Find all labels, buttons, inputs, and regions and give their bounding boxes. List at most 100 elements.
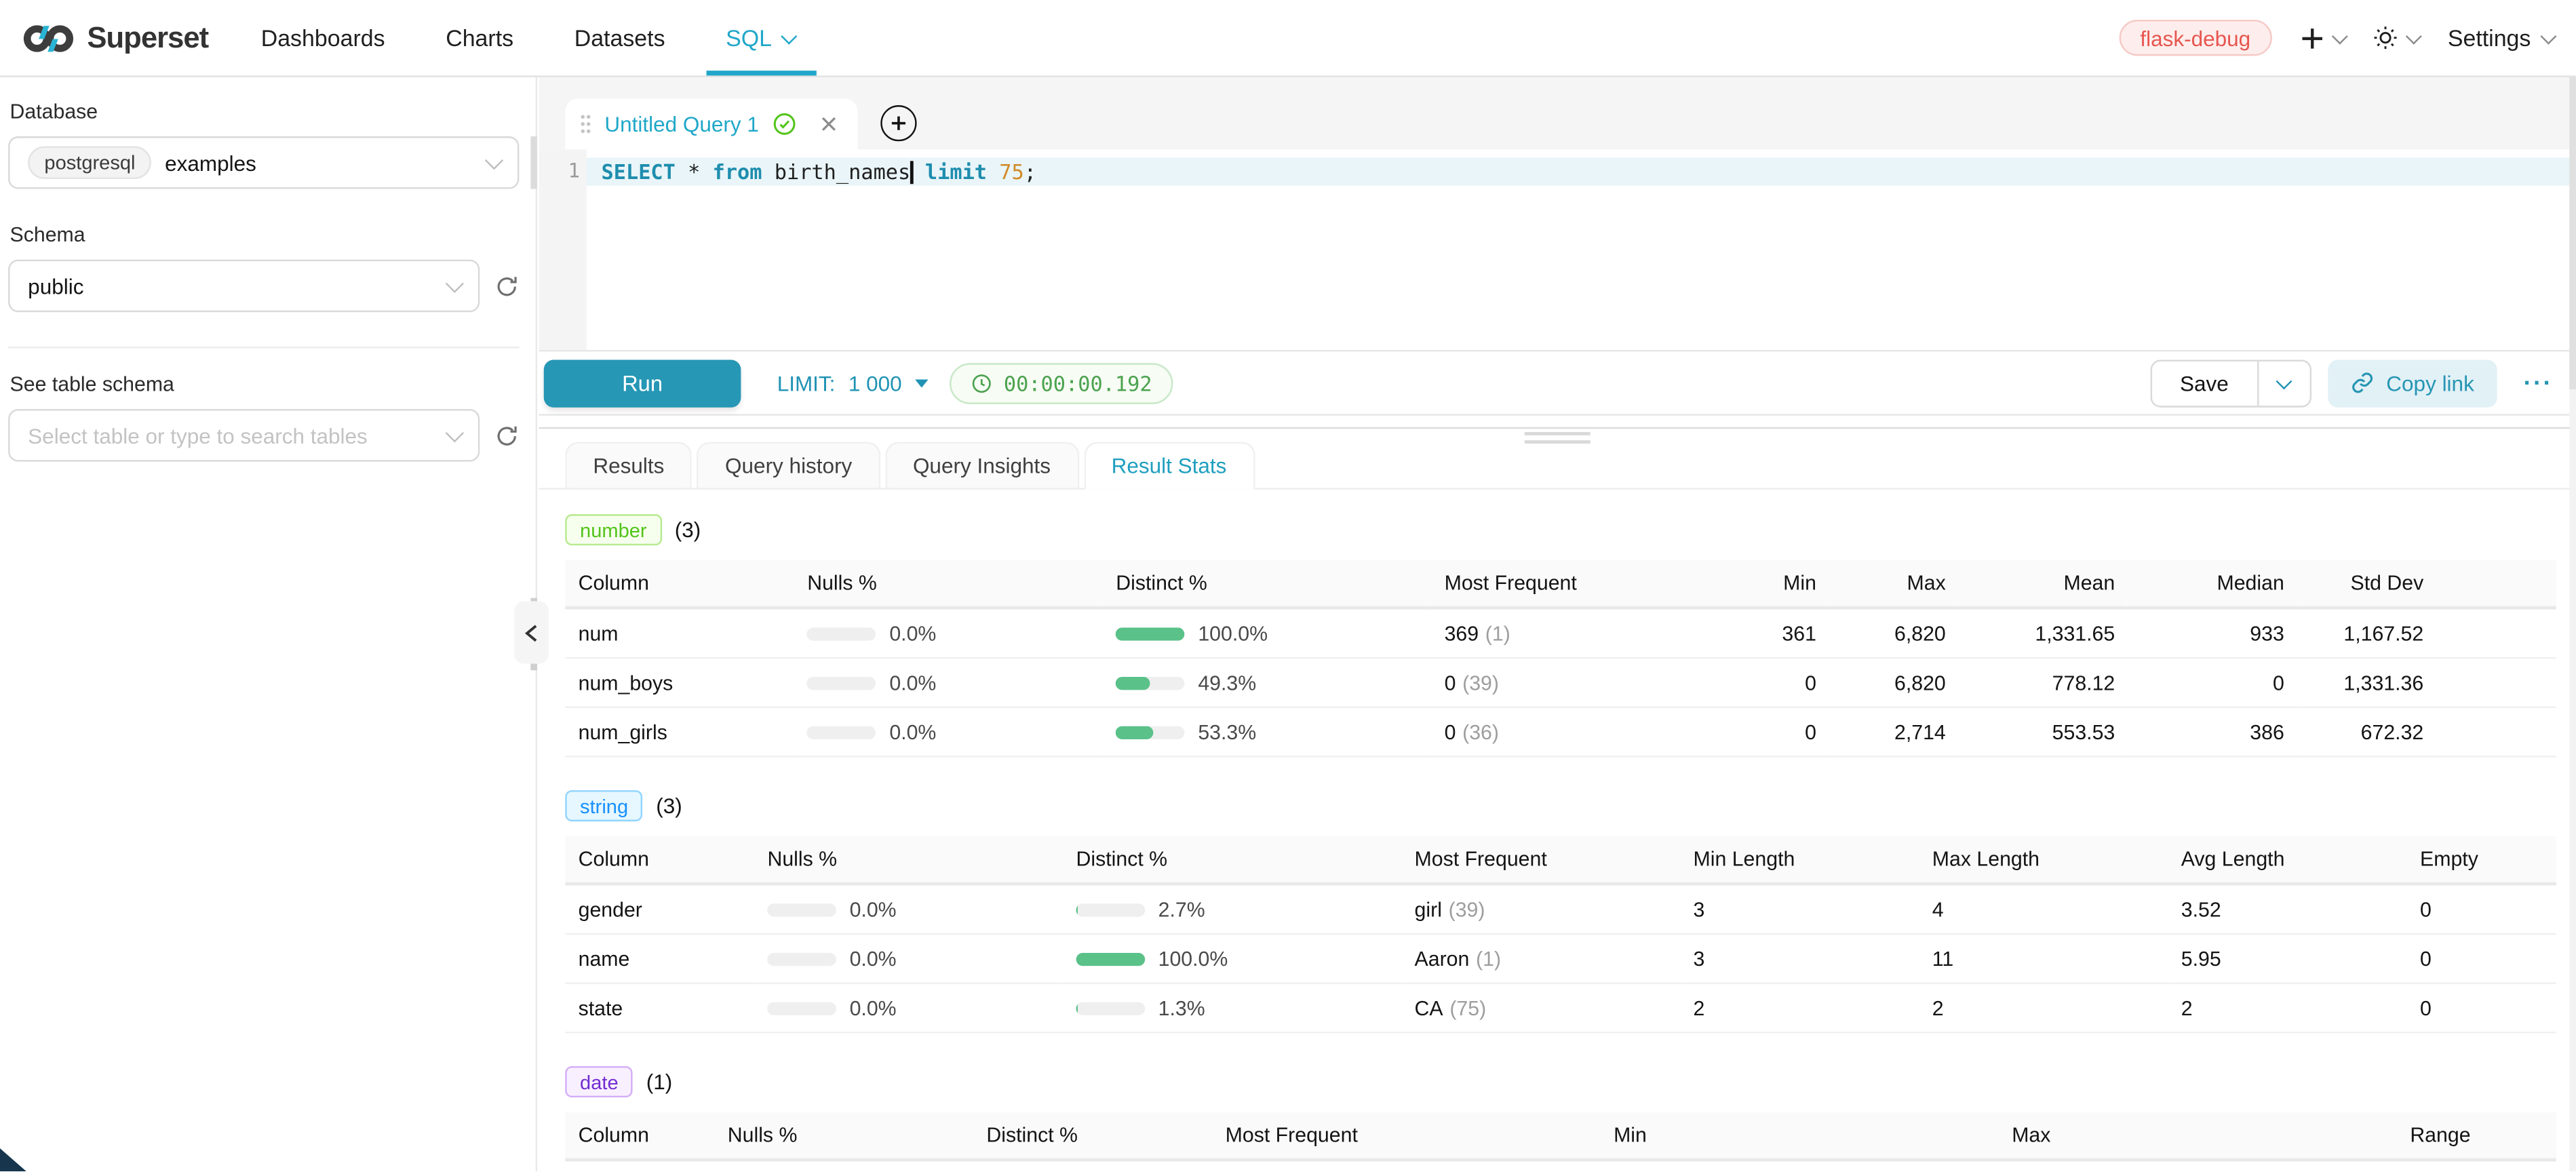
column-header: Nulls % [754, 836, 1063, 884]
tab-query-history[interactable]: Query history [697, 442, 880, 488]
value-cell: 1,331.65 [1959, 608, 2128, 658]
settings-menu[interactable]: Settings [2448, 24, 2553, 51]
value-cell [2437, 707, 2556, 757]
column-header: Distinct % [973, 1112, 1212, 1160]
value-cell: 0 [1710, 658, 1829, 707]
table-select[interactable]: Select table or type to search tables [8, 409, 480, 462]
value-cell: num [565, 608, 794, 658]
drag-handle-icon[interactable] [580, 113, 591, 134]
value-cell: 0 [2128, 658, 2298, 707]
query-tab[interactable]: Untitled Query 1 [565, 98, 857, 149]
clock-icon [971, 372, 992, 393]
sidebar-scrollbar-thumb[interactable] [530, 136, 537, 189]
column-header: Min Length [1680, 836, 1919, 884]
stats-section-number: number(3)ColumnNulls %Distinct %Most Fre… [565, 514, 2556, 757]
value-cell: same day [2397, 1160, 2556, 1172]
sql-code-line: SELECT * from birth_names limit 75; [602, 158, 1037, 186]
query-success-check-icon [772, 112, 796, 136]
tab-results[interactable]: Results [565, 442, 692, 488]
stats-row: state0.0%1.3%CA(75)2220 [565, 983, 2556, 1033]
value-cell: 672.32 [2297, 707, 2436, 757]
column-header: Min [1710, 560, 1829, 608]
nav-item-charts[interactable]: Charts [446, 0, 513, 75]
query-tab-title: Untitled Query 1 [604, 112, 759, 136]
column-count: (1) [646, 1070, 672, 1094]
value-cell: 1,167.52 [2297, 608, 2436, 658]
add-query-tab-button[interactable] [880, 105, 916, 141]
stats-row: gender0.0%2.7%girl(39)343.520 [565, 884, 2556, 934]
percent-cell: 0.0% [794, 658, 1103, 707]
sql-token: limit [925, 159, 987, 184]
database-label: Database [10, 100, 520, 123]
value-cell: 361 [1710, 608, 1829, 658]
refresh-tables-button[interactable] [494, 423, 519, 448]
nav-item-datasets[interactable]: Datasets [574, 0, 665, 75]
sql-code-editor[interactable]: 1 SELECT * from birth_names limit 75; [539, 149, 2576, 350]
percent-cell: 0.0% [754, 884, 1063, 934]
percent-cell: 1.3% [1063, 983, 1401, 1033]
limit-value: 1 000 [848, 370, 902, 395]
value-cell: gender [565, 884, 754, 934]
limit-label: LIMIT: [777, 370, 836, 395]
value-cell: 3 [1680, 884, 1919, 934]
value-cell [2437, 608, 2556, 658]
refresh-schemas-button[interactable] [494, 273, 519, 298]
percent-bar [807, 725, 876, 738]
value-cell: ds [565, 1160, 714, 1172]
percent-bar [1076, 1001, 1145, 1014]
stats-table: ColumnNulls %Distinct %Most FrequentMinM… [565, 560, 2556, 758]
value-cell: 933 [2128, 608, 2298, 658]
save-button[interactable]: Save [2152, 361, 2259, 405]
new-item-button[interactable] [2300, 26, 2345, 50]
run-query-button[interactable]: Run [544, 359, 741, 406]
database-select[interactable]: postgresql examples [8, 136, 519, 189]
column-header: Column [565, 560, 794, 608]
value-cell: 3.52 [2168, 884, 2406, 934]
brand-name: Superset [87, 20, 208, 55]
column-header: Mean [1959, 560, 2128, 608]
tab-query-insights[interactable]: Query Insights [885, 442, 1078, 488]
schema-label: Schema [10, 223, 520, 246]
superset-logo[interactable]: Superset [23, 20, 208, 55]
nav-item-dashboards[interactable]: Dashboards [261, 0, 385, 75]
percent-cell: 49.3% [1103, 658, 1431, 707]
tab-result-stats[interactable]: Result Stats [1083, 442, 1254, 490]
value-cell: num_boys [565, 658, 794, 707]
most-frequent-cell: 0(39) [1431, 658, 1710, 707]
percent-bar [807, 627, 876, 640]
percent-bar [767, 903, 836, 916]
more-actions-button[interactable]: ··· [2523, 369, 2553, 397]
most-frequent-cell: 1965-01-01T00:00:00(75) [1212, 1160, 1600, 1172]
column-header: Max Length [1919, 836, 2168, 884]
value-cell: 2 [1919, 983, 2168, 1033]
pane-resize-divider [539, 427, 2576, 429]
nav-item-sql[interactable]: SQL [726, 0, 794, 75]
theme-toggle-button[interactable] [2373, 24, 2420, 51]
window-scrollbar-thumb[interactable] [2569, 77, 2576, 389]
window-scrollbar[interactable] [2569, 77, 2576, 1172]
table-schema-label: See table schema [10, 373, 520, 396]
percent-bar [1116, 627, 1185, 640]
value-cell: 2,714 [1829, 707, 1959, 757]
limit-dropdown[interactable]: LIMIT: 1 000 [777, 370, 929, 395]
close-tab-icon[interactable] [820, 115, 838, 134]
save-dropdown-button[interactable] [2258, 361, 2309, 405]
nav-right: flask-debug Settings [2119, 20, 2553, 56]
schema-select[interactable]: public [8, 260, 480, 313]
most-frequent-cell: girl(39) [1401, 884, 1680, 934]
column-count: (3) [656, 794, 682, 818]
sql-token: birth_names [762, 159, 911, 184]
sql-token: * [676, 159, 713, 184]
percent-bar [767, 1001, 836, 1014]
collapse-sidebar-button[interactable] [514, 602, 549, 664]
stats-row: name0.0%100.0%Aaron(1)3115.950 [565, 934, 2556, 983]
column-header: Most Frequent [1212, 1112, 1600, 1160]
chevron-down-icon [445, 425, 463, 442]
plus-icon [2300, 26, 2324, 50]
chevron-down-icon [484, 152, 502, 170]
column-header: Max [1829, 560, 1959, 608]
copy-link-button[interactable]: Copy link [2327, 359, 2497, 406]
column-header: Median [2128, 560, 2298, 608]
pane-resize-handle[interactable] [1525, 432, 1591, 448]
column-header: Empty [2407, 836, 2556, 884]
